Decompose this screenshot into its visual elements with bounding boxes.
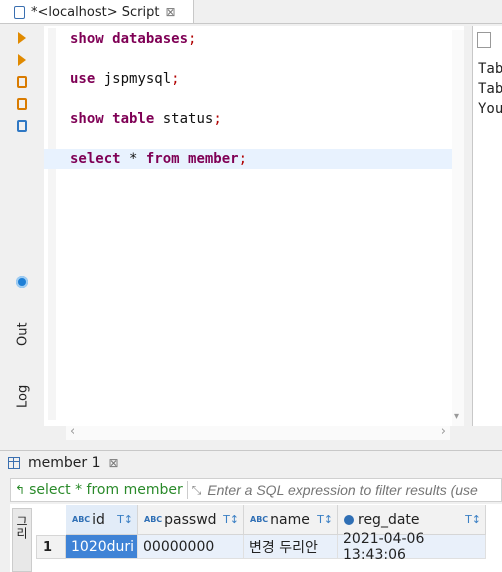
filter-expression-input[interactable]: [205, 481, 501, 499]
code-keyword: show databases: [70, 31, 189, 47]
play-plus-icon: [18, 54, 26, 66]
explain-plan-button[interactable]: [14, 118, 30, 134]
output-tab-label: Out: [15, 322, 31, 346]
editor-vertical-scrollbar[interactable]: ▾: [452, 30, 464, 426]
gear-icon: [16, 276, 28, 288]
scroll-right-icon[interactable]: ›: [441, 424, 446, 439]
output-line: You: [478, 101, 502, 117]
code-semicolon: ;: [213, 111, 222, 127]
filter-separator: [186, 481, 188, 499]
sort-filter-icon[interactable]: T↕: [223, 513, 239, 526]
code-line[interactable]: show table status;: [70, 111, 222, 127]
grid-cell[interactable]: 변경 두리안: [244, 535, 338, 559]
grid-cell[interactable]: 00000000: [138, 535, 244, 559]
code-keyword: select: [70, 151, 121, 167]
column-header-passwd[interactable]: ABC passwd T↕: [138, 505, 244, 535]
text-type-icon: ABC: [250, 515, 269, 524]
sort-filter-icon[interactable]: T↕: [317, 513, 333, 526]
text-type-icon: ABC: [72, 515, 91, 524]
output-tab-icon[interactable]: [477, 32, 491, 48]
grid-view-tab[interactable]: 그리: [12, 508, 32, 572]
sort-filter-icon[interactable]: T↕: [117, 513, 133, 526]
column-header-id[interactable]: ABC id T↕: [66, 505, 138, 535]
code-line[interactable]: select * from member;: [70, 151, 247, 167]
code-keyword: from member: [145, 151, 239, 167]
tab-divider: [0, 23, 502, 24]
execute-statement-button[interactable]: [14, 30, 30, 46]
sql-filter-icon: ↰: [15, 483, 26, 497]
close-tab-icon[interactable]: ⊠: [165, 5, 175, 19]
grid-cell[interactable]: 2021-04-06 13:43:06: [338, 531, 486, 563]
column-name: passwd: [164, 511, 217, 528]
editor-tab-title: *<localhost> Script: [31, 4, 160, 20]
column-name: id: [92, 511, 105, 528]
filter-bar: ↰ select * from member ⤡: [10, 478, 502, 502]
play-icon: [18, 32, 26, 44]
editor-horizontal-scrollbar[interactable]: ‹ ›: [66, 424, 450, 440]
code-line[interactable]: use jspmysql;: [70, 71, 180, 87]
column-name: name: [270, 511, 310, 528]
editor-toolbar: Out Log: [10, 26, 38, 426]
explain-icon: [17, 120, 27, 132]
text-type-icon: ABC: [144, 515, 163, 524]
code-text: *: [120, 151, 146, 167]
code-text: jspmysql: [95, 71, 172, 87]
code-semicolon: ;: [238, 151, 248, 167]
code-keyword: show table: [70, 111, 155, 127]
settings-button[interactable]: [14, 274, 30, 290]
filter-query-text[interactable]: select * from member: [29, 482, 183, 498]
column-name: reg_date: [358, 511, 420, 528]
code-keyword: use: [70, 71, 96, 87]
editor-gutter: [48, 28, 56, 420]
output-side-tab[interactable]: Out: [12, 306, 34, 362]
scroll-left-icon[interactable]: ‹: [70, 424, 75, 439]
code-semicolon: ;: [171, 71, 180, 87]
expand-icon[interactable]: ⤡: [192, 483, 202, 498]
log-side-tab[interactable]: Log: [12, 376, 34, 416]
row-number[interactable]: 1: [36, 535, 66, 559]
sort-filter-icon[interactable]: T↕: [465, 513, 481, 526]
code-line[interactable]: show databases;: [70, 31, 196, 47]
code-semicolon: ;: [188, 31, 197, 47]
column-header-name[interactable]: ABC name T↕: [244, 505, 338, 535]
output-line: Tab: [478, 81, 502, 97]
grid-cell[interactable]: 1020duri: [66, 535, 138, 559]
output-line: Tab: [478, 61, 502, 77]
log-tab-label: Log: [15, 384, 31, 408]
editor-tab[interactable]: *<localhost> Script ⊠: [0, 0, 194, 24]
code-text: status: [154, 111, 214, 127]
execute-new-tab-button[interactable]: [14, 52, 30, 68]
scroll-down-icon[interactable]: ▾: [454, 411, 459, 422]
script-file-icon: [14, 5, 25, 19]
results-tab[interactable]: member 1 ⊠: [8, 451, 119, 475]
clock-icon: [344, 514, 354, 525]
close-results-tab-icon[interactable]: ⊠: [109, 456, 119, 470]
execute-script-button[interactable]: [14, 74, 30, 90]
execute-script-new-tab-button[interactable]: [14, 96, 30, 112]
results-tab-title: member 1: [28, 455, 101, 471]
script-run-plus-icon: [17, 98, 27, 110]
script-run-icon: [17, 76, 27, 88]
grid-tab-label: 그리: [14, 515, 29, 539]
table-grid-icon: [8, 457, 20, 469]
